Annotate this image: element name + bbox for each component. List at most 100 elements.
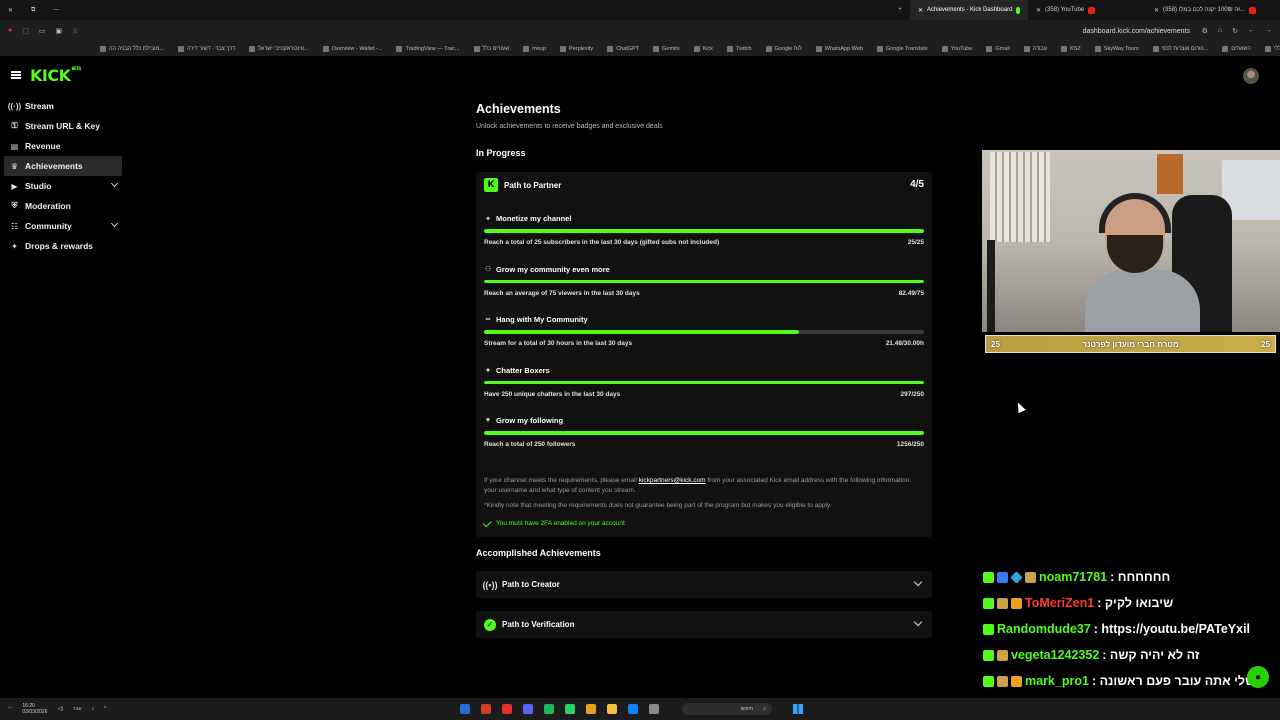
bookmark-item[interactable]: עבודה (1023, 46, 1047, 52)
forward-icon[interactable]: ← (1248, 27, 1255, 35)
language-indicator[interactable]: עבר (73, 706, 82, 712)
spotify-icon[interactable] (544, 704, 554, 714)
bookmark-item[interactable]: YouTube (941, 46, 972, 52)
chat-username[interactable]: mark_pro1 (1025, 674, 1089, 688)
tab-close-icon[interactable]: ✕ (1154, 7, 1159, 14)
microphone-icon[interactable]: ♪ (92, 706, 95, 712)
sidebar-item-community[interactable]: ☷ Community (4, 216, 122, 236)
bookmark-label: WhatsApp Web (824, 46, 863, 52)
bookmark-item[interactable]: Kick (693, 46, 713, 52)
bookmark-item[interactable]: Google לוח (765, 46, 802, 52)
restore-icon[interactable]: ⧉ (31, 7, 35, 14)
sidebar-item-stream[interactable]: ((·)) Stream (4, 96, 122, 116)
goal-value: 82.49/75 (898, 289, 924, 297)
chat-badge-icon (1011, 675, 1022, 687)
settings-icon[interactable]: ⚙ (1202, 27, 1208, 35)
bookmark-favicon-icon (1061, 46, 1068, 52)
minimize-icon[interactable]: — (53, 7, 59, 14)
favorite-star-icon[interactable]: ☆ (72, 27, 78, 35)
profile-icon[interactable]: ● (8, 27, 12, 35)
sidebar-item-moderation[interactable]: ⛨ Moderation (4, 196, 122, 216)
chat-bubble-icon[interactable]: ● (1247, 666, 1269, 688)
tab-close-icon[interactable]: ✕ (1036, 7, 1041, 14)
tab-close-icon[interactable]: ✕ (918, 7, 923, 14)
chevron-down-icon[interactable] (110, 219, 119, 228)
windows-start-icon[interactable] (793, 704, 803, 714)
chevron-up-icon[interactable]: ^ (104, 706, 106, 712)
bookmark-item[interactable]: פורום אוצרות לנסי... (1152, 46, 1208, 52)
bookmark-item[interactable]: Overview - Wallet -... (322, 46, 382, 52)
collections-icon[interactable]: ▣ (55, 27, 62, 35)
bookmark-label: Kick (702, 46, 713, 52)
bookmark-item[interactable]: דרך צבר - דשור דירה (177, 46, 235, 52)
terminal-icon[interactable] (649, 704, 659, 714)
home-icon[interactable]: ⌂ (1218, 27, 1222, 35)
bookmark-item[interactable]: שעורים כלל (473, 46, 509, 52)
close-window-icon[interactable]: ✕ (8, 7, 13, 14)
infinity-icon: ∞ (485, 316, 491, 323)
tab-youtube-video[interactable]: ✕ (358) זה 100₪ יקנה לכם במלו... (1146, 0, 1264, 20)
taskbar-search[interactable]: חיפוש ⌕ (682, 703, 772, 715)
clock[interactable]: 16:20 03/03/2026 (22, 703, 47, 715)
bookmark-item[interactable]: אינטראקטיבי ישראל... (249, 46, 309, 52)
steam-icon[interactable] (460, 704, 470, 714)
file-explorer-icon[interactable] (607, 704, 617, 714)
accordion-path-to-creator[interactable]: ((•)) Path to Creator (476, 571, 932, 598)
chrome-icon[interactable] (586, 704, 596, 714)
bookmark-item[interactable]: KSZ (1061, 46, 1081, 52)
tab-achievements[interactable]: ✕ Achievements - Kick Dashboard (910, 0, 1028, 20)
bookmark-item[interactable]: SkyWay Tours (1094, 46, 1139, 52)
new-tab-icon[interactable]: + (890, 7, 910, 13)
refresh-icon[interactable]: ↻ (1232, 27, 1238, 35)
bookmark-item[interactable]: כללי (1264, 46, 1280, 52)
bookmark-label: Gmail (995, 46, 1010, 52)
chat-username[interactable]: Randomdude37 (997, 622, 1091, 636)
bookmark-item[interactable]: meup (523, 46, 546, 52)
youtube-app-icon[interactable] (502, 704, 512, 714)
bookmark-item[interactable]: Gemini (653, 46, 680, 52)
discord-icon[interactable] (523, 704, 533, 714)
sidebar-item-label: Studio (25, 181, 52, 191)
bookmark-item[interactable]: ChatGPT (607, 46, 639, 52)
sidebar-item-stream-url-key[interactable]: ⚿ Stream URL & Key (4, 116, 122, 136)
split-view-icon[interactable]: ▭ (39, 27, 46, 35)
url-field[interactable]: dashboard.kick.com/achievements (1083, 28, 1190, 35)
sidebar-item-revenue[interactable]: ▤ Revenue (4, 136, 122, 156)
sidebar-item-achievements[interactable]: ♛ Achievements (4, 156, 122, 176)
bookmark-item[interactable]: Gmail (986, 46, 1010, 52)
photos-icon[interactable] (628, 704, 638, 714)
bookmark-item[interactable]: Google Translate (876, 46, 928, 52)
tab-youtube[interactable]: ✕ (358) YouTube (1028, 0, 1146, 20)
kick-logo[interactable]: KICKBETA (30, 66, 81, 85)
bookmark-item[interactable]: Perplexity (560, 46, 593, 52)
bookmark-item[interactable]: Twitch (726, 46, 752, 52)
back-icon[interactable]: → (1265, 27, 1272, 35)
chat-username[interactable]: noam71781 (1039, 570, 1107, 584)
bookmark-item[interactable]: השאחים (1222, 46, 1251, 52)
bookmark-label: ChatGPT (616, 46, 640, 52)
avatar[interactable] (1243, 68, 1259, 84)
progress-track (484, 279, 924, 283)
whatsapp-icon[interactable] (565, 704, 575, 714)
bookmark-favicon-icon (941, 46, 948, 52)
obs-icon[interactable] (481, 704, 491, 714)
webcam-poster (1157, 154, 1183, 194)
sidebar-item-studio[interactable]: ▶ Studio (4, 176, 122, 196)
accordion-path-to-verification[interactable]: ✓ Path to Verification (476, 611, 932, 638)
volume-icon[interactable]: ◁) (57, 706, 63, 712)
wifi-icon[interactable]: ◠ (8, 706, 12, 712)
chevron-down-icon (913, 617, 923, 627)
chevron-down-icon[interactable] (110, 179, 119, 188)
email-link[interactable]: kickpartners@kick.com (639, 477, 706, 484)
bookmark-item[interactable]: מובילת כלל הבניה הה... (100, 46, 164, 52)
extension-icon[interactable]: ⬚ (22, 27, 29, 35)
bookmark-item[interactable]: WhatsApp Web (815, 46, 863, 52)
sidebar-item-drops-rewards[interactable]: ✦ Drops & rewards (4, 236, 122, 256)
chat-text: : שיבואו לקיק (1097, 596, 1174, 610)
chat-username[interactable]: ToMeriZen1 (1025, 596, 1094, 610)
chat-username[interactable]: vegeta1242352 (1011, 648, 1099, 662)
bookmark-label: Perplexity (569, 46, 594, 52)
bookmark-item[interactable]: TradingView — Trac... (396, 46, 460, 52)
tab-label: (358) זה 100₪ יקנה לכם במלו... (1163, 7, 1246, 13)
menu-icon[interactable] (11, 71, 21, 79)
